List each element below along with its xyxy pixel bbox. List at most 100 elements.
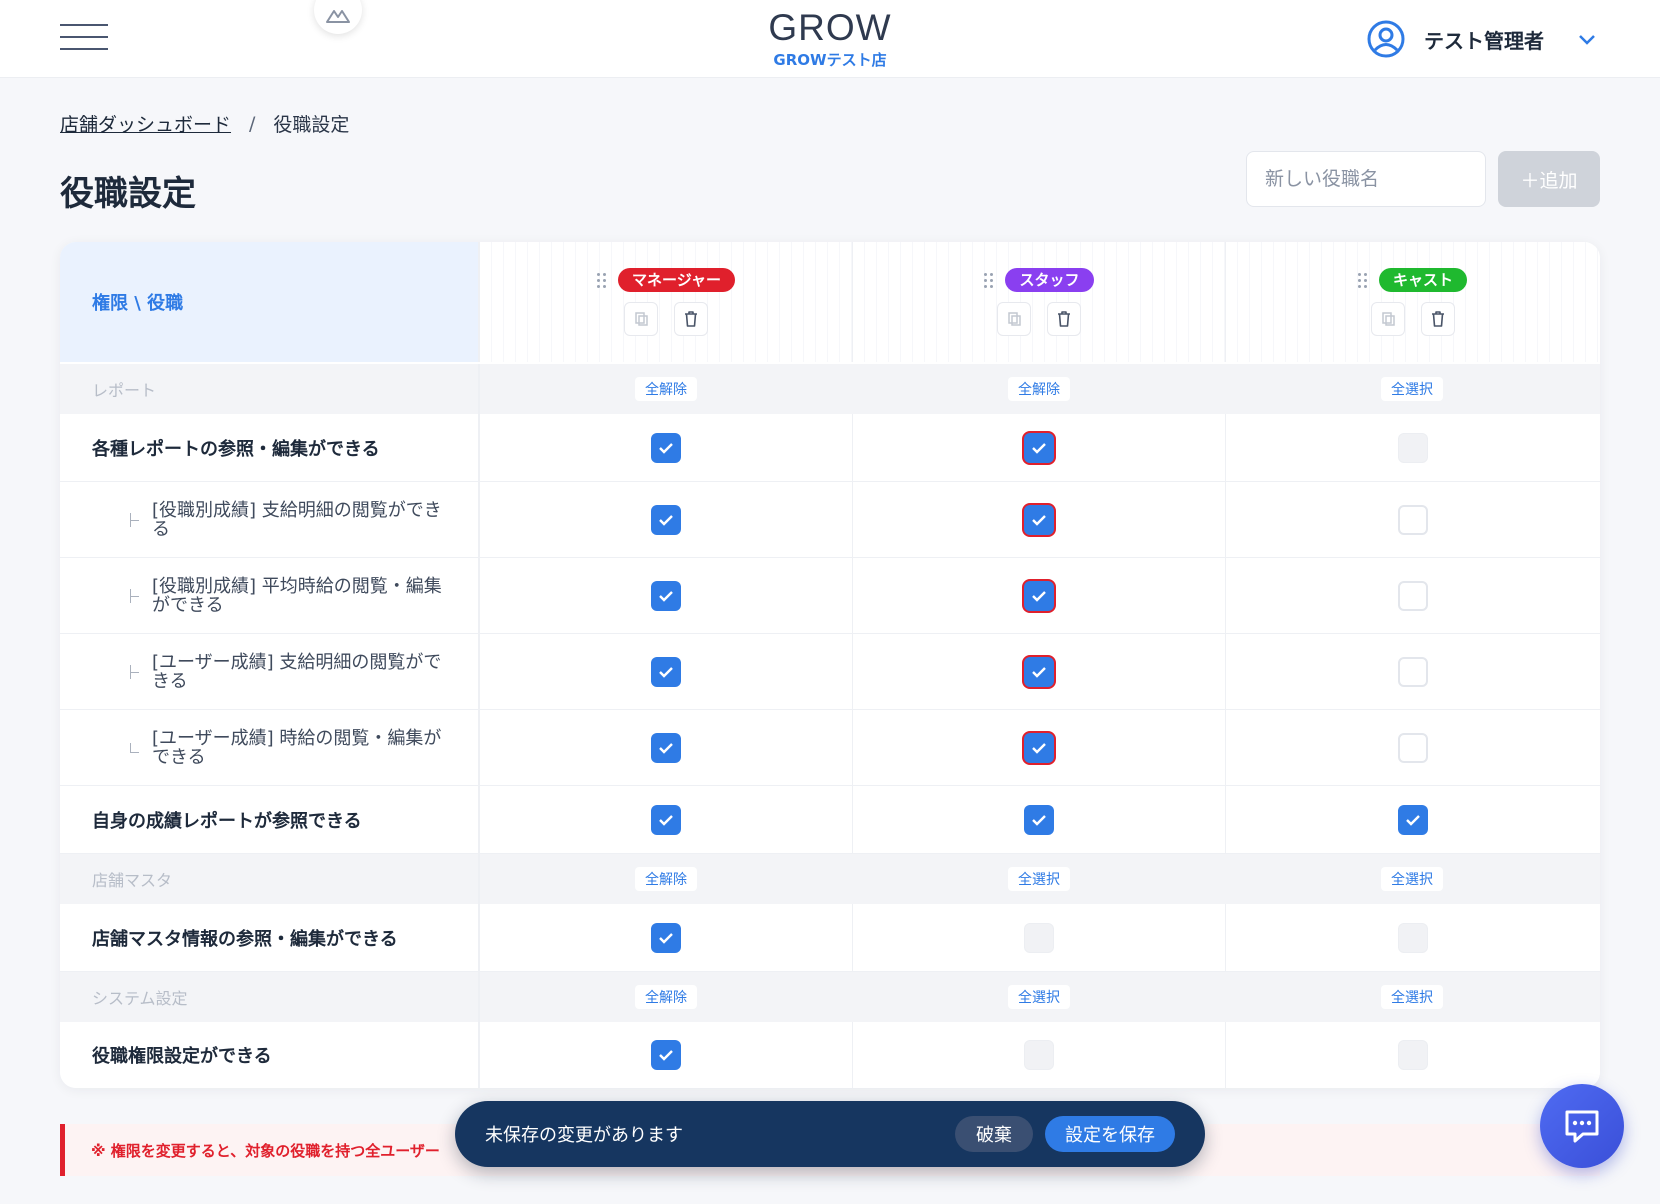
drag-handle-icon[interactable]	[984, 272, 994, 288]
copy-role-button[interactable]	[624, 302, 658, 336]
permission-row: [ユーザー成績] 支給明細の閲覧ができる	[60, 634, 1600, 710]
tree-branch-icon	[130, 664, 140, 679]
role-column-header: スタッフ	[853, 242, 1226, 362]
permission-label: [ユーザー成績] 時給の閲覧・編集ができる	[152, 727, 442, 768]
breadcrumb: 店舗ダッシュボード / 役職設定	[60, 110, 349, 137]
copy-role-button[interactable]	[997, 302, 1031, 336]
role-badge-manager: マネージャー	[618, 268, 735, 292]
role-column-header: キャスト	[1226, 242, 1599, 362]
permission-row: 役職権限設定ができる	[60, 1022, 1600, 1088]
chat-button[interactable]	[1540, 1084, 1624, 1168]
matrix-corner-label: 権限 \ 役職	[60, 242, 480, 362]
top-header: GROW GROWテスト店 テスト管理者	[0, 0, 1660, 78]
toggle-all-button[interactable]: 全解除	[635, 985, 697, 1009]
permission-checkbox[interactable]	[651, 432, 681, 463]
trash-icon	[1431, 311, 1444, 327]
permission-checkbox[interactable]	[1397, 804, 1428, 835]
section-label: システム設定	[60, 972, 480, 1022]
role-badge-staff: スタッフ	[1005, 268, 1094, 292]
permission-checkbox[interactable]	[1024, 656, 1054, 687]
permission-checkbox[interactable]	[651, 732, 681, 763]
breadcrumb-current: 役職設定	[273, 114, 350, 136]
store-name: GROWテスト店	[773, 51, 887, 69]
permission-label: [ユーザー成績] 支給明細の閲覧ができる	[152, 651, 442, 692]
permission-label: 役職権限設定ができる	[60, 1022, 480, 1088]
permission-checkbox[interactable]	[1397, 432, 1428, 463]
page-title: 役職設定	[60, 174, 196, 214]
toggle-all-button[interactable]: 全選択	[1008, 985, 1070, 1009]
permission-checkbox[interactable]	[1024, 504, 1054, 535]
permission-label: 各種レポートの参照・編集ができる	[60, 414, 480, 481]
tree-branch-icon	[130, 512, 140, 527]
add-role-button[interactable]: ＋追加	[1498, 151, 1600, 207]
chat-icon	[1565, 1110, 1599, 1143]
section-row-report: レポート 全解除 全解除 全選択	[60, 364, 1600, 414]
copy-icon	[635, 312, 648, 326]
copy-role-button[interactable]	[1370, 302, 1405, 336]
user-name: テスト管理者	[1424, 28, 1544, 53]
permission-checkbox[interactable]	[1024, 804, 1054, 835]
permission-checkbox[interactable]	[1024, 580, 1054, 611]
permission-checkbox[interactable]	[651, 922, 681, 953]
section-label: 店舗マスタ	[60, 854, 480, 904]
discard-button[interactable]: 破棄	[955, 1116, 1033, 1152]
drag-handle-icon[interactable]	[597, 272, 607, 288]
permission-checkbox[interactable]	[651, 580, 681, 611]
tree-branch-icon	[130, 742, 140, 753]
trash-icon	[685, 311, 697, 327]
permission-checkbox[interactable]	[1397, 1040, 1428, 1070]
user-avatar-icon	[1367, 20, 1405, 58]
permission-checkbox[interactable]	[1397, 922, 1428, 953]
brand: GROW GROWテスト店	[700, 8, 960, 70]
toggle-all-button[interactable]: 全選択	[1381, 867, 1443, 891]
permission-row: 自身の成績レポートが参照できる	[60, 786, 1600, 854]
toggle-all-button[interactable]: 全解除	[635, 377, 697, 401]
permission-checkbox[interactable]	[1024, 432, 1054, 463]
permission-label: [役職別成績] 支給明細の閲覧ができる	[152, 499, 442, 540]
user-menu[interactable]: テスト管理者	[1366, 18, 1596, 60]
permission-checkbox[interactable]	[1397, 732, 1428, 763]
unsaved-message: 未保存の変更があります	[485, 1125, 683, 1146]
role-column-header: マネージャー	[480, 242, 853, 362]
permission-checkbox[interactable]	[651, 804, 681, 835]
delete-role-button[interactable]	[1047, 302, 1081, 336]
permission-checkbox[interactable]	[651, 656, 681, 687]
delete-role-button[interactable]	[1420, 302, 1455, 336]
permission-checkbox[interactable]	[1024, 922, 1054, 953]
app-logo-icon[interactable]	[314, 0, 362, 34]
copy-icon	[1381, 312, 1395, 326]
delete-role-button[interactable]	[674, 302, 708, 336]
permission-label: 自身の成績レポートが参照できる	[60, 786, 480, 853]
toggle-all-button[interactable]: 全選択	[1381, 377, 1443, 401]
permission-checkbox[interactable]	[1397, 580, 1428, 611]
copy-icon	[1008, 312, 1021, 326]
permission-checkbox[interactable]	[1397, 656, 1428, 687]
permission-checkbox[interactable]	[1397, 504, 1428, 535]
toggle-all-button[interactable]: 全解除	[635, 867, 697, 891]
menu-icon[interactable]	[60, 24, 108, 52]
section-label: レポート	[60, 364, 480, 414]
new-role-name-input[interactable]	[1246, 151, 1486, 207]
permission-checkbox[interactable]	[1024, 1040, 1054, 1070]
chevron-down-icon	[1579, 35, 1595, 45]
permission-checkbox[interactable]	[651, 504, 681, 535]
breadcrumb-dashboard-link[interactable]: 店舗ダッシュボード	[60, 110, 231, 137]
permission-row: [ユーザー成績] 時給の閲覧・編集ができる	[60, 710, 1600, 786]
toggle-all-button[interactable]: 全選択	[1381, 985, 1443, 1009]
permission-row: [役職別成績] 支給明細の閲覧ができる	[60, 482, 1600, 558]
save-settings-button[interactable]: 設定を保存	[1045, 1116, 1175, 1152]
permission-checkbox[interactable]	[1024, 732, 1054, 763]
permission-checkbox[interactable]	[651, 1040, 681, 1070]
section-row-store-master: 店舗マスタ 全解除 全選択 全選択	[60, 854, 1600, 904]
permission-row: 各種レポートの参照・編集ができる	[60, 414, 1600, 482]
permission-label: [役職別成績] 平均時給の閲覧・編集ができる	[152, 575, 442, 616]
role-badge-cast: キャスト	[1378, 268, 1467, 292]
trash-icon	[1058, 311, 1070, 327]
permission-matrix: 権限 \ 役職 マネージャー スタッフ キャスト レポート 全解除 全解除 全選…	[60, 242, 1600, 1088]
drag-handle-icon[interactable]	[1357, 272, 1367, 288]
unsaved-changes-bar: 未保存の変更があります 破棄 設定を保存	[455, 1101, 1205, 1167]
toggle-all-button[interactable]: 全解除	[1008, 377, 1070, 401]
toggle-all-button[interactable]: 全選択	[1008, 867, 1070, 891]
brand-name: GROW	[768, 7, 892, 48]
matrix-header-row: 権限 \ 役職 マネージャー スタッフ キャスト	[60, 242, 1600, 362]
